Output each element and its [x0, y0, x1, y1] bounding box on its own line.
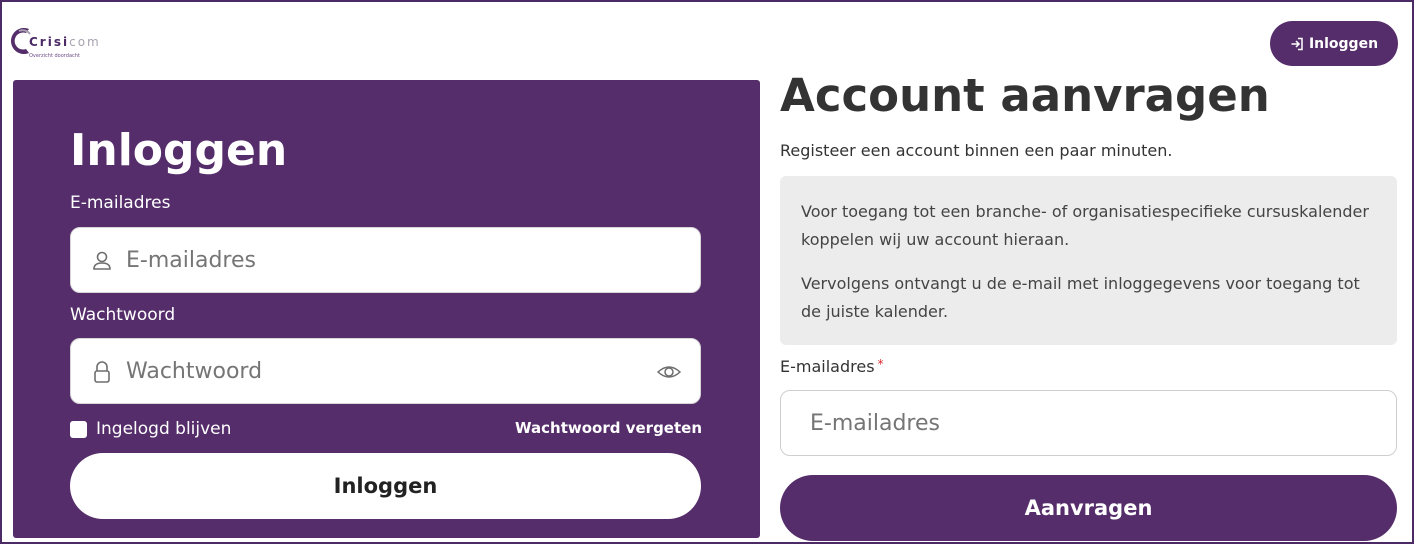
- register-email-label-text: E-mailadres: [780, 357, 875, 376]
- header-login-label: Inloggen: [1308, 35, 1379, 52]
- remember-label: Ingelogd blijven: [96, 419, 232, 439]
- logo-wordmark: Crisicom: [29, 35, 101, 49]
- register-email-field[interactable]: [780, 390, 1397, 456]
- login-submit-button[interactable]: Inloggen: [70, 453, 701, 519]
- login-password-field[interactable]: [70, 338, 701, 404]
- register-email-input[interactable]: [810, 391, 1370, 455]
- logo-tagline: Overzicht doordacht: [29, 53, 80, 59]
- login-password-label: Wachtwoord: [70, 305, 176, 325]
- register-title: Account aanvragen: [780, 69, 1270, 122]
- register-email-label: E-mailadres *: [780, 357, 884, 376]
- user-icon: [93, 251, 111, 270]
- crisicom-logo[interactable]: Crisicom Overzicht doordacht: [9, 26, 119, 66]
- login-password-input[interactable]: [126, 339, 636, 403]
- lock-icon: [94, 361, 110, 383]
- eye-icon[interactable]: [656, 361, 682, 383]
- request-account-button[interactable]: Aanvragen: [780, 475, 1397, 541]
- register-info-paragraph-1: Voor toegang tot een branche- of organis…: [801, 202, 1369, 249]
- header-login-button[interactable]: Inloggen: [1270, 21, 1398, 66]
- logo-wordmark-light: com: [69, 35, 101, 49]
- login-title: Inloggen: [70, 125, 288, 176]
- remember-me[interactable]: Ingelogd blijven: [70, 419, 231, 439]
- sign-in-icon: [1291, 37, 1303, 50]
- required-marker: *: [877, 357, 884, 371]
- login-email-label: E-mailadres: [70, 193, 171, 213]
- remember-checkbox[interactable]: [70, 420, 87, 438]
- login-panel: Inloggen E-mailadres Wachtwoord Ingelogd…: [13, 80, 760, 538]
- register-subtitle: Registeer een account binnen een paar mi…: [780, 141, 1173, 160]
- register-info-paragraph-2: Vervolgens ontvangt u de e-mail met inlo…: [801, 274, 1360, 321]
- login-email-field[interactable]: [70, 227, 701, 293]
- forgot-password-link[interactable]: Wachtwoord vergeten: [515, 419, 702, 437]
- register-info-box: Voor toegang tot een branche- of organis…: [780, 176, 1397, 345]
- login-email-input[interactable]: [126, 228, 636, 292]
- logo-wordmark-bold: Crisi: [29, 35, 70, 49]
